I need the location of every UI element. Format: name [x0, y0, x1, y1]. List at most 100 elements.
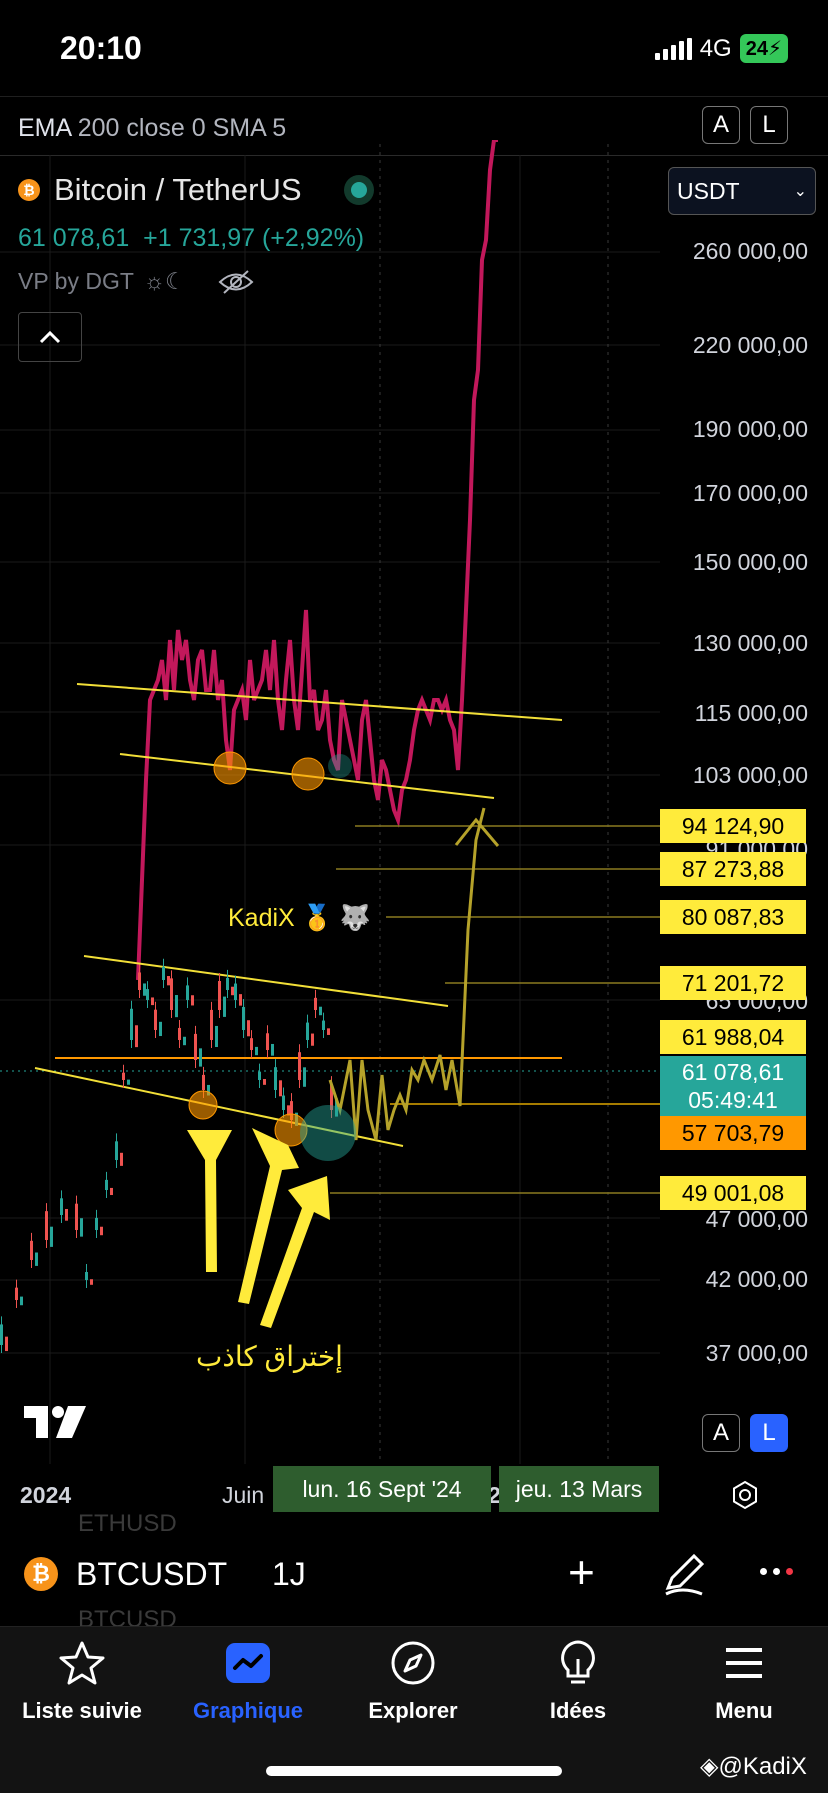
- vp-indicator[interactable]: VP by DGT ☼☾: [18, 268, 254, 295]
- tab-label: Graphique: [192, 1698, 303, 1723]
- chart-icon: [226, 1643, 270, 1683]
- eye-off-icon[interactable]: [218, 269, 254, 295]
- scroll-ghost-symbol: ETHUSD: [78, 1510, 177, 1537]
- candle-body: [135, 1025, 138, 1048]
- candle-body: [218, 981, 221, 1010]
- candle-body: [250, 1038, 253, 1050]
- candle-body: [60, 1198, 63, 1215]
- log-scale-button[interactable]: L: [750, 1414, 788, 1452]
- tab-ideas[interactable]: Idées: [503, 1638, 653, 1724]
- candle-body: [105, 1179, 108, 1190]
- candle-body: [314, 997, 317, 1010]
- candle-body: [303, 1067, 306, 1087]
- pair-title: Bitcoin / TetherUS: [54, 172, 302, 207]
- chevron-up-icon: [39, 330, 61, 344]
- candle-body: [162, 966, 165, 980]
- currency-value: USDT: [677, 177, 740, 204]
- price-tag[interactable]: 49 001,08: [660, 1176, 806, 1210]
- candle-body: [186, 985, 189, 1000]
- candle-body: [178, 1027, 181, 1040]
- price-axis-label: 42 000,00: [705, 1266, 808, 1292]
- log-scale-button[interactable]: L: [750, 106, 788, 144]
- candle-body: [122, 1072, 125, 1080]
- binance-icon: ◈: [700, 1753, 719, 1780]
- candle-body: [279, 1080, 282, 1097]
- price-tag[interactable]: 87 273,88: [660, 852, 806, 886]
- tab-label: Menu: [715, 1698, 773, 1723]
- crosshair-date-label: jeu. 13 Mars: [499, 1466, 659, 1512]
- symbol-name[interactable]: BTCUSDT: [76, 1556, 227, 1593]
- candle-body: [5, 1336, 8, 1352]
- time-axis-month: Juin: [222, 1482, 265, 1508]
- price-tag[interactable]: 57 703,79: [660, 1116, 806, 1150]
- tradingview-logo-icon[interactable]: [22, 1404, 88, 1440]
- candle-body: [90, 1279, 93, 1285]
- price-axis-label: 220 000,00: [692, 332, 808, 358]
- last-price: 61 078,61: [18, 224, 130, 252]
- fakeout-annotation: إختراق كاذب: [196, 1341, 343, 1372]
- candle-body: [239, 994, 242, 1006]
- candle-body: [80, 1218, 83, 1237]
- drawing-pen-icon[interactable]: [662, 1552, 706, 1596]
- auto-scale-button[interactable]: A: [702, 1414, 740, 1452]
- tab-label: Explorer: [368, 1698, 458, 1723]
- market-status-icon[interactable]: [343, 175, 374, 205]
- candle-body: [194, 1033, 197, 1060]
- candle-body: [215, 1025, 218, 1048]
- currency-select[interactable]: USDT ⌄: [668, 167, 816, 215]
- crosshair-date-label: lun. 16 Sept '24: [273, 1466, 491, 1512]
- candle-body: [50, 1226, 53, 1247]
- tab-chart[interactable]: Graphique: [173, 1638, 323, 1724]
- candle-body: [322, 1020, 325, 1030]
- candle-body: [170, 978, 173, 1010]
- candle-body: [255, 1046, 258, 1056]
- more-options-icon[interactable]: [760, 1568, 793, 1575]
- home-indicator[interactable]: [266, 1766, 562, 1776]
- collapse-legend-button[interactable]: [18, 312, 82, 362]
- candle-body: [120, 1152, 123, 1166]
- status-time: 20:10: [60, 30, 142, 66]
- add-icon[interactable]: +: [568, 1549, 595, 1595]
- annotation-arrows: [187, 1128, 330, 1328]
- theme-icon: ☼☾: [143, 268, 186, 294]
- candle-body: [0, 1324, 3, 1345]
- candle-body: [151, 997, 154, 1006]
- price-tag[interactable]: 71 201,72: [660, 966, 806, 1000]
- candle-body: [298, 1052, 301, 1080]
- tab-watchlist[interactable]: Liste suivie: [7, 1638, 157, 1724]
- candle-body: [65, 1208, 68, 1221]
- price-axis-label: 47 000,00: [705, 1206, 808, 1232]
- price-tag[interactable]: 80 087,83: [660, 900, 806, 934]
- symbol-header[interactable]: ₿ Bitcoin / TetherUS: [18, 172, 374, 208]
- star-icon: [59, 1641, 105, 1685]
- grid: [0, 155, 660, 1464]
- tab-explore[interactable]: Explorer: [338, 1638, 488, 1724]
- settings-icon[interactable]: [730, 1480, 760, 1510]
- candle-body: [30, 1240, 33, 1260]
- indicator-legend[interactable]: EMA 200 close 0 SMA 5: [18, 114, 286, 143]
- price-axis-label: 115 000,00: [694, 700, 808, 726]
- tab-label: Liste suivie: [22, 1698, 142, 1723]
- credit-text: @KadiX: [718, 1753, 807, 1780]
- candle-body: [175, 995, 178, 1018]
- candle-body: [266, 1033, 269, 1050]
- auto-scale-button[interactable]: A: [702, 106, 740, 144]
- candle-body: [95, 1217, 98, 1230]
- indicator-params: 200 close 0 SMA 5: [77, 114, 287, 142]
- tab-menu[interactable]: Menu: [669, 1638, 819, 1724]
- price-axis-label: 37 000,00: [705, 1340, 808, 1366]
- price-axis-label: 150 000,00: [692, 549, 808, 575]
- candle-body: [15, 1287, 18, 1300]
- candle-body: [306, 1022, 309, 1040]
- price-axis-label: 103 000,00: [692, 762, 808, 788]
- candle-body: [231, 986, 234, 996]
- price-tag[interactable]: 94 124,90: [660, 809, 806, 843]
- current-price-tag[interactable]: 61 078,61 05:49:41: [660, 1056, 806, 1116]
- battery-icon: 24⚡: [739, 34, 788, 63]
- interval-selector[interactable]: 1J: [272, 1556, 306, 1593]
- candle-body: [258, 1071, 261, 1080]
- price-axis-label: 130 000,00: [692, 630, 808, 656]
- price-tag[interactable]: 61 988,04: [660, 1020, 806, 1054]
- candle-body: [183, 1036, 186, 1046]
- candle-body: [138, 972, 141, 990]
